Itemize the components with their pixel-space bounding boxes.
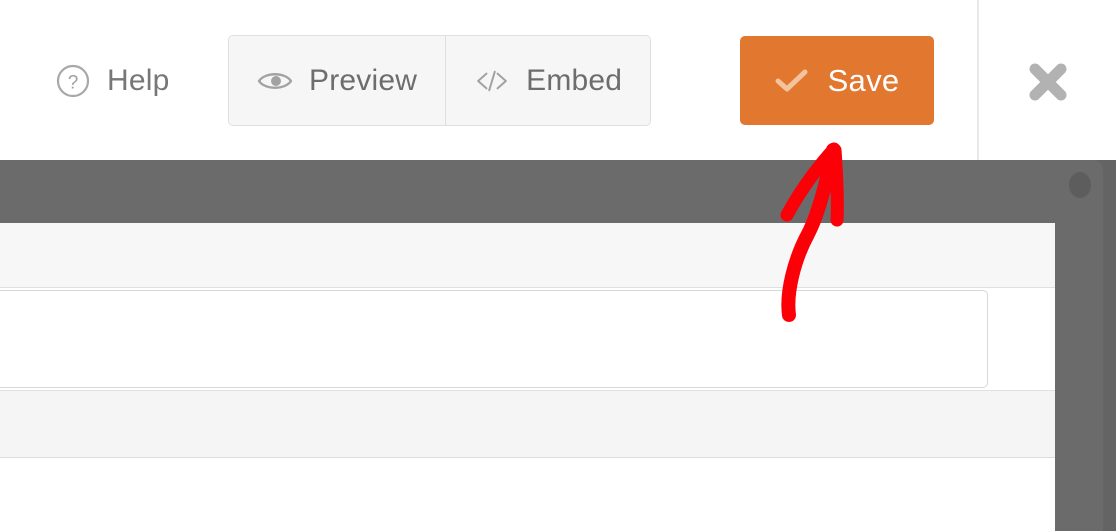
svg-text:?: ?: [68, 73, 79, 94]
close-button[interactable]: [1022, 56, 1074, 108]
help-button[interactable]: ? Help: [56, 52, 170, 110]
question-circle-icon: ?: [56, 64, 90, 98]
embed-button-label: Embed: [526, 63, 623, 97]
save-button[interactable]: Save: [740, 36, 934, 125]
form-editor-panel: [0, 223, 1055, 531]
checkmark-icon: [775, 68, 808, 94]
form-text-input[interactable]: [0, 290, 988, 388]
toolbar-divider: [977, 0, 979, 160]
form-builder-toolbar: ? Help Preview Embed Save: [0, 0, 1116, 160]
preview-button-label: Preview: [309, 63, 418, 97]
eye-icon: [257, 69, 293, 93]
save-button-label: Save: [827, 63, 900, 98]
help-button-label: Help: [107, 64, 170, 97]
preview-embed-button-group: Preview Embed: [228, 35, 652, 126]
preview-button[interactable]: Preview: [229, 36, 446, 125]
close-x-icon: [1025, 59, 1071, 105]
backdrop-dot: [1069, 172, 1091, 198]
form-panel-header: [0, 223, 1055, 288]
form-panel-body: [0, 458, 1055, 531]
code-brackets-icon: [474, 69, 510, 93]
app-screen: ? Help Preview Embed Save: [0, 0, 1116, 531]
form-panel-subbar: [0, 390, 1055, 458]
embed-button[interactable]: Embed: [445, 36, 651, 125]
form-field-row: [0, 288, 1055, 390]
